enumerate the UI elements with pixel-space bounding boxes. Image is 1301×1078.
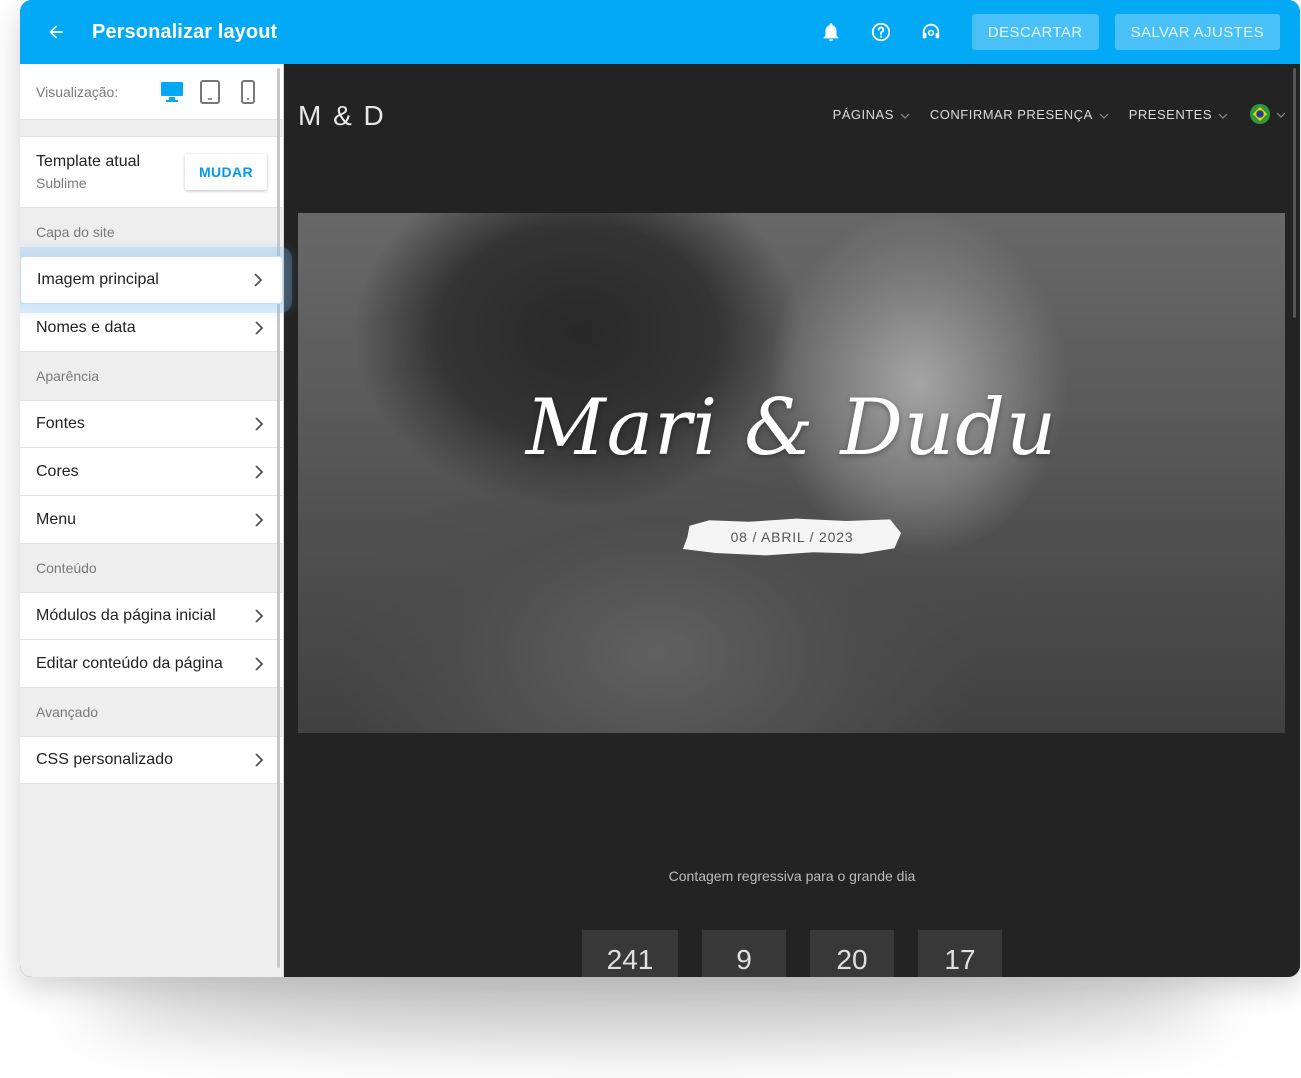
countdown-label: Contagem regressiva para o grande dia xyxy=(668,868,916,884)
section-header-content: Conteúdo xyxy=(36,560,97,576)
countdown-days: 241 xyxy=(582,930,678,977)
arrow-back-icon xyxy=(49,25,63,39)
menu-item-label: Editar conteúdo da página xyxy=(36,654,223,672)
tablet-icon xyxy=(200,79,220,104)
hero-image: Mari & Dudu 08 / ABRIL / 2023 xyxy=(298,213,1285,733)
discard-button[interactable]: DESCARTAR xyxy=(971,14,1099,50)
menu-item-colors[interactable]: Cores xyxy=(20,448,283,496)
site-preview: M & D PÁGINAS CONFIRMAR PRESENÇA PRESENT… xyxy=(284,64,1300,977)
section-header-cover: Capa do site xyxy=(36,224,115,240)
menu-item-menu[interactable]: Menu xyxy=(20,496,283,544)
back-button[interactable] xyxy=(20,0,92,64)
menu-item-label: Módulos da página inicial xyxy=(36,607,216,624)
menu-item-label: Cores xyxy=(36,462,79,480)
support-headset-icon xyxy=(922,23,940,39)
countdown-hours: 9 xyxy=(702,930,786,977)
chevron-right-icon xyxy=(251,656,267,672)
menu-item-main-image[interactable]: Imagem principal xyxy=(20,256,283,304)
menu-item-home-modules[interactable]: Módulos da página inicial xyxy=(20,592,283,640)
chevron-right-icon xyxy=(251,512,267,528)
site-logo: M & D xyxy=(298,100,386,131)
chevron-right-icon xyxy=(251,320,267,336)
change-template-button[interactable]: MUDAR xyxy=(185,154,267,190)
sidebar-scrollbar[interactable] xyxy=(277,68,280,968)
menu-item-fonts[interactable]: Fontes xyxy=(20,400,283,448)
chevron-down-icon xyxy=(1099,107,1109,122)
template-name: Sublime xyxy=(36,175,87,191)
language-selector[interactable] xyxy=(1250,104,1286,124)
hero-couple-names: Mari & Dudu xyxy=(525,383,1058,473)
page-title: Personalizar layout xyxy=(92,20,278,43)
menu-item-label: CSS personalizado xyxy=(36,751,173,768)
top-app-bar: Personalizar layout DESCARTAR SALVAR AJU… xyxy=(20,0,1300,64)
chevron-right-icon xyxy=(251,464,267,480)
chevron-down-icon xyxy=(1218,107,1228,122)
desktop-icon xyxy=(161,81,183,102)
chevron-right-icon xyxy=(251,752,267,768)
preview-scrollbar[interactable] xyxy=(1293,68,1296,318)
menu-item-label: Imagem principal xyxy=(37,271,159,288)
save-settings-button[interactable]: SALVAR AJUSTES xyxy=(1114,14,1280,50)
chevron-down-icon xyxy=(900,107,910,122)
countdown-minutes: 20 xyxy=(810,930,894,977)
nav-item-pages[interactable]: PÁGINAS xyxy=(833,107,910,122)
hero-date: 08 / ABRIL / 2023 xyxy=(683,518,901,556)
menu-item-custom-css[interactable]: CSS personalizado xyxy=(20,736,283,784)
settings-sidebar: Visualização: Template atual Sublime MUD… xyxy=(20,64,284,977)
help-button[interactable] xyxy=(856,0,906,64)
menu-item-label: Menu xyxy=(36,510,77,528)
section-header-advanced: Avançado xyxy=(36,704,99,720)
tablet-view-button[interactable] xyxy=(191,77,229,107)
visualization-label: Visualização: xyxy=(36,83,119,100)
chevron-right-icon xyxy=(251,416,267,432)
notifications-button[interactable] xyxy=(806,0,856,64)
chevron-right-icon xyxy=(251,608,267,624)
countdown: 241 9 20 17 xyxy=(582,930,1026,977)
menu-item-label: Fontes xyxy=(36,415,85,432)
site-nav: PÁGINAS CONFIRMAR PRESENÇA PRESENTES xyxy=(813,104,1286,124)
chevron-down-icon xyxy=(1276,105,1286,123)
app-window: Personalizar layout DESCARTAR SALVAR AJU… xyxy=(20,0,1300,977)
brazil-flag-icon xyxy=(1250,104,1270,124)
nav-item-gifts[interactable]: PRESENTES xyxy=(1129,107,1228,122)
help-circle-icon xyxy=(871,22,890,42)
chevron-right-icon xyxy=(250,272,266,288)
mobile-icon xyxy=(241,79,255,104)
nav-item-rsvp[interactable]: CONFIRMAR PRESENÇA xyxy=(930,107,1109,122)
countdown-seconds: 17 xyxy=(918,930,1002,977)
menu-item-names-date[interactable]: Nomes e data xyxy=(20,304,283,352)
menu-item-edit-page-content[interactable]: Editar conteúdo da página xyxy=(20,640,283,688)
template-title: Template atual xyxy=(36,153,141,170)
current-template-row: Template atual Sublime MUDAR xyxy=(20,136,283,208)
visualization-row: Visualização: xyxy=(20,64,283,120)
section-header-appearance: Aparência xyxy=(36,368,100,384)
support-button[interactable] xyxy=(906,0,956,64)
mobile-view-button[interactable] xyxy=(229,77,267,107)
desktop-view-button[interactable] xyxy=(153,77,191,107)
menu-item-label: Nomes e data xyxy=(36,318,136,336)
bell-icon xyxy=(823,23,839,42)
